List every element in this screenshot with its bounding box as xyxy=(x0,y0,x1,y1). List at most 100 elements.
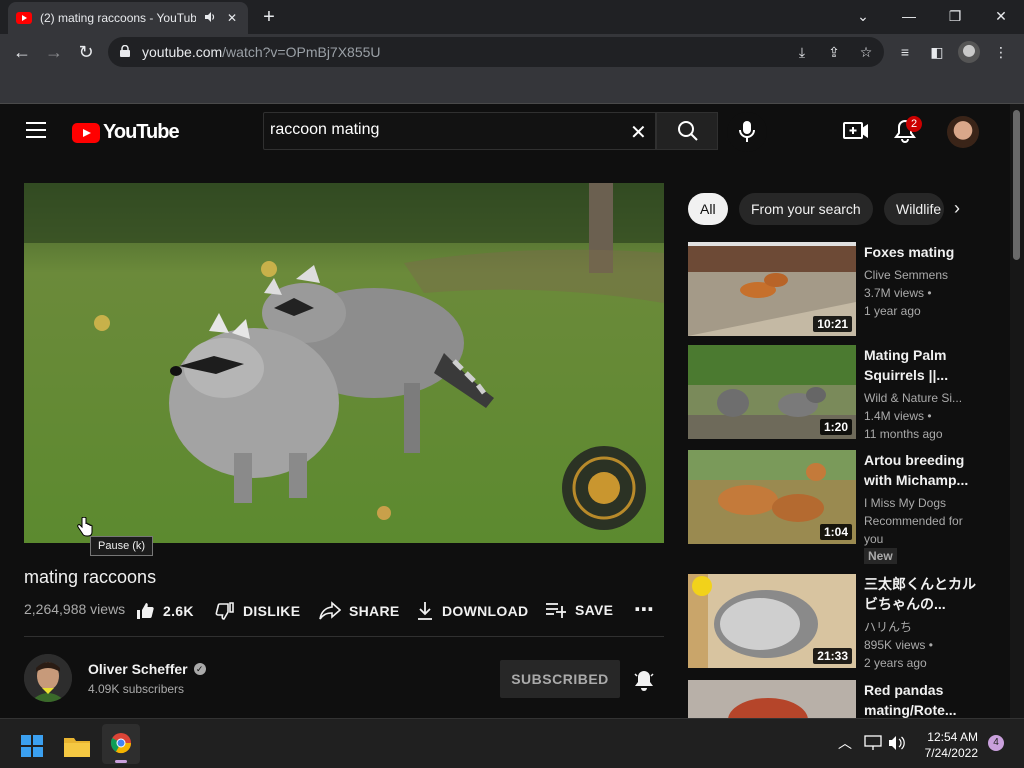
close-window-icon[interactable]: ✕ xyxy=(978,4,1024,28)
video-thumbnail[interactable] xyxy=(688,680,856,718)
recommendation-views: 1.4M views • xyxy=(864,409,932,423)
volume-icon[interactable] xyxy=(888,735,906,751)
bookmark-star-icon[interactable]: ☆ xyxy=(856,42,876,62)
lock-icon xyxy=(120,45,130,57)
subscribe-button[interactable]: SUBSCRIBED xyxy=(500,660,620,698)
recommendation-item[interactable]: 10:21 Foxes mating Clive Semmens 3.7M vi… xyxy=(688,242,988,336)
minimize-icon[interactable]: — xyxy=(886,4,932,28)
recommendation-channel[interactable]: I Miss My Dogs xyxy=(864,494,974,512)
browser-tab[interactable]: (2) mating raccoons - YouTube ✕ xyxy=(8,2,248,34)
recommendation-item[interactable]: 1:20 Mating Palm Squirrels ||... Wild & … xyxy=(688,345,988,441)
clock-time: 12:54 AM xyxy=(927,730,978,744)
audio-playing-icon[interactable] xyxy=(202,11,218,26)
recommendation-age: 1 year ago xyxy=(864,304,921,318)
recommendation-item[interactable]: Red pandas mating/Rote... xyxy=(688,680,988,718)
tab-title: (2) mating raccoons - YouTube xyxy=(40,11,196,25)
new-badge: New xyxy=(864,548,897,564)
forward-icon[interactable]: → xyxy=(42,40,66,64)
recommendation-channel[interactable]: Clive Semmens xyxy=(864,266,974,284)
file-explorer-icon[interactable] xyxy=(64,735,90,757)
network-icon[interactable] xyxy=(864,735,882,751)
clear-search-icon[interactable]: ✕ xyxy=(630,120,647,145)
youtube-favicon-icon xyxy=(16,12,32,24)
bookmark-bar xyxy=(0,70,1024,104)
guide-menu-icon[interactable] xyxy=(26,122,46,138)
dislike-button[interactable]: DISLIKE xyxy=(215,601,300,621)
save-label: SAVE xyxy=(575,602,614,618)
chrome-menu-icon[interactable]: ⋮ xyxy=(990,41,1012,63)
video-title: mating raccoons xyxy=(24,567,157,587)
recommendation-title[interactable]: 三太郎くんとカルビちゃんの... xyxy=(864,574,976,614)
video-thumbnail[interactable]: 10:21 xyxy=(688,242,856,336)
create-video-icon[interactable] xyxy=(843,119,869,143)
more-actions-icon[interactable]: ⋯ xyxy=(634,597,654,622)
back-icon[interactable]: ← xyxy=(10,40,34,64)
tab-close-icon[interactable]: ✕ xyxy=(224,11,240,25)
channel-notification-bell-icon[interactable] xyxy=(632,668,656,692)
side-panel-icon[interactable]: ◧ xyxy=(926,41,948,63)
download-icon xyxy=(418,602,432,620)
browser-tab-bar: (2) mating raccoons - YouTube ✕ + ⌄ — ❐ … xyxy=(0,0,1024,34)
scrollbar-thumb[interactable] xyxy=(1013,110,1020,260)
chrome-taskbar-button[interactable] xyxy=(102,724,140,764)
reload-icon[interactable]: ↻ xyxy=(74,40,98,64)
video-thumbnail[interactable]: 1:20 xyxy=(688,345,856,439)
search-input[interactable] xyxy=(270,121,610,139)
youtube-account-avatar[interactable] xyxy=(947,116,979,148)
share-page-icon[interactable]: ⇪ xyxy=(824,42,844,62)
recommendation-title[interactable]: Red pandas mating/Rote... xyxy=(864,680,976,718)
video-duration: 1:20 xyxy=(819,419,852,435)
recommendation-age: 2 years ago xyxy=(864,656,927,670)
youtube-logo[interactable]: YouTube xyxy=(72,121,180,144)
dislike-label: DISLIKE xyxy=(243,603,301,619)
chip-wildlife[interactable]: Wildlife xyxy=(884,193,944,225)
search-button[interactable] xyxy=(656,112,718,150)
recommendation-views: 895K views • xyxy=(864,638,933,652)
install-app-icon[interactable]: ⤓ xyxy=(792,42,812,62)
recommendation-item[interactable]: 1:04 Artou breeding with Michamp... I Mi… xyxy=(688,450,988,564)
browser-toolbar: ← → ↻ youtube.com/watch?v=OPmBj7X855U ⤓ … xyxy=(0,34,1024,70)
voice-search-button[interactable] xyxy=(727,112,767,152)
page-scrollbar[interactable] xyxy=(1010,104,1024,718)
notification-count-badge: 2 xyxy=(906,116,922,132)
save-button[interactable]: SAVE xyxy=(545,601,613,619)
download-button[interactable]: DOWNLOAD xyxy=(416,601,528,621)
channel-avatar[interactable] xyxy=(24,654,72,702)
video-player[interactable] xyxy=(24,183,664,543)
like-button[interactable]: 2.6K xyxy=(135,601,194,621)
youtube-page: YouTube ✕ 2 xyxy=(0,104,1010,718)
recommendation-item[interactable]: 21:33 三太郎くんとカルビちゃんの... ハリんち 895K views •… xyxy=(688,574,988,670)
search-icon xyxy=(678,121,698,141)
chrome-icon xyxy=(110,733,132,754)
recommendation-channel[interactable]: ハリんち xyxy=(864,618,974,636)
windows-start-icon[interactable] xyxy=(21,735,43,757)
video-thumbnail[interactable]: 21:33 xyxy=(688,574,856,668)
chevron-right-icon[interactable]: › xyxy=(954,198,960,219)
chip-from-your-search[interactable]: From your search xyxy=(739,193,873,225)
recommendation-title[interactable]: Artou breeding with Michamp... xyxy=(864,450,976,490)
recommendation-channel[interactable]: Wild & Nature Si... xyxy=(864,389,974,407)
chevron-up-icon[interactable]: ︿ xyxy=(838,733,852,753)
chip-all[interactable]: All xyxy=(688,193,728,225)
video-thumbnail[interactable]: 1:04 xyxy=(688,450,856,544)
system-clock[interactable]: 12:54 AM 7/24/2022 xyxy=(916,729,978,761)
restore-icon[interactable]: ❐ xyxy=(932,4,978,28)
share-button[interactable]: SHARE xyxy=(319,601,400,621)
verified-check-icon: ✓ xyxy=(193,663,206,675)
search-box[interactable]: ✕ xyxy=(263,112,656,150)
tab-search-icon[interactable]: ⌄ xyxy=(840,4,886,28)
recommendation-age: 11 months ago xyxy=(864,427,943,441)
youtube-play-logo-icon xyxy=(72,122,100,143)
subscriber-count: 4.09K subscribers xyxy=(88,682,185,696)
media-control-icon[interactable]: ≡ xyxy=(894,41,916,63)
address-bar[interactable]: youtube.com/watch?v=OPmBj7X855U ⤓ ⇪ ☆ xyxy=(108,37,884,67)
recommendation-title[interactable]: Mating Palm Squirrels ||... xyxy=(864,345,976,385)
url-text[interactable]: youtube.com/watch?v=OPmBj7X855U xyxy=(142,44,381,60)
channel-name-text: Oliver Scheffer xyxy=(88,661,188,677)
notification-center-badge[interactable]: 4 xyxy=(988,735,1004,751)
channel-name[interactable]: Oliver Scheffer ✓ xyxy=(88,661,206,677)
recommendation-views: Recommended for you xyxy=(864,514,963,546)
recommendation-title[interactable]: Foxes mating xyxy=(864,242,976,262)
profile-avatar[interactable] xyxy=(958,41,980,63)
new-tab-icon[interactable]: + xyxy=(258,6,280,29)
